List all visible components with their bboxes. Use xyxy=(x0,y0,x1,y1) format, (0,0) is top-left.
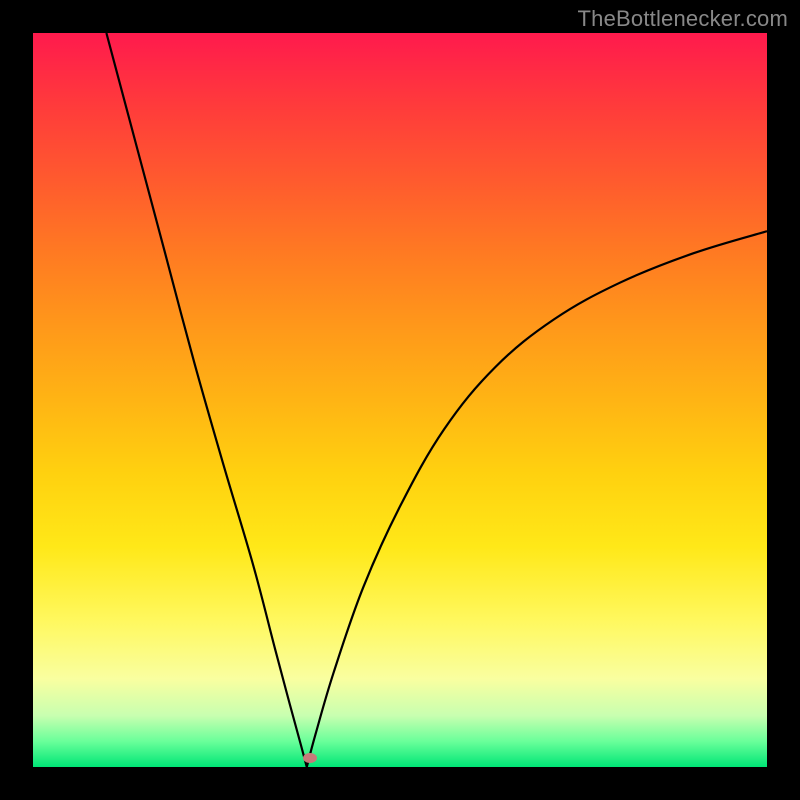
curve-left-branch xyxy=(106,33,306,767)
watermark-text: TheBottlenecker.com xyxy=(578,6,788,32)
chart-plot-area xyxy=(33,33,767,767)
curve-right-branch xyxy=(307,231,767,767)
optimal-point-marker xyxy=(303,753,317,763)
bottleneck-curve xyxy=(33,33,767,767)
